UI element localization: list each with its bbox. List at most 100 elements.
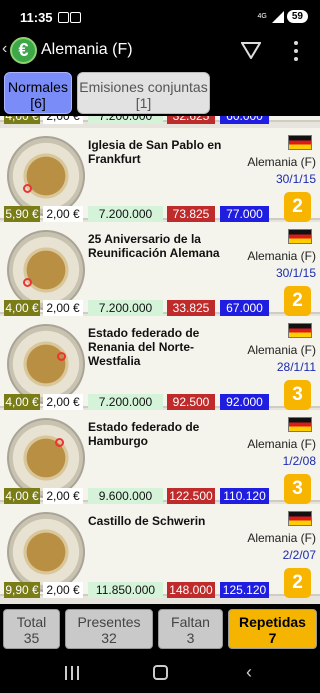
price-value: 9,90 € — [4, 582, 40, 598]
marker-icon — [23, 278, 32, 287]
face-value: 2,00 € — [43, 488, 83, 504]
list-item[interactable]: 25 Aniversario de la Reunificación Alema… — [0, 222, 320, 316]
germany-flag-icon — [288, 417, 312, 432]
summary-value: 35 — [23, 630, 40, 646]
tab-emisiones-conjuntas[interactable]: Emisiones conjuntas [1] — [77, 72, 210, 114]
list-item[interactable]: Iglesia de San Pablo en Frankfurt Aleman… — [0, 128, 320, 222]
coin-name: Iglesia de San Pablo en Frankfurt — [88, 138, 222, 166]
blue-value: 92.000 — [220, 394, 269, 410]
blue-value: 110.120 — [220, 488, 269, 504]
coin-date: 28/1/11 — [276, 360, 316, 374]
list-item[interactable]: 4,00 € 2,00 € 7.200.000 32.625 60.000 — [0, 116, 320, 124]
tab-label: Emisiones conjuntas — [79, 79, 208, 95]
red-value: 92.500 — [167, 394, 215, 410]
coin-list[interactable]: 4,00 € 2,00 € 7.200.000 32.625 60.000 Ig… — [0, 116, 320, 604]
face-value: 2,00 € — [43, 116, 83, 124]
marker-icon — [55, 438, 64, 447]
app-bar: ‹ € Alemania (F) — [0, 36, 320, 66]
signal-icon — [270, 10, 284, 23]
list-item[interactable]: Estado federado de Renania del Norte-Wes… — [0, 316, 320, 410]
tab-normales[interactable]: Normales [6] — [4, 72, 72, 114]
back-icon[interactable]: ‹ — [246, 662, 252, 683]
overflow-menu-icon[interactable] — [291, 41, 301, 61]
germany-flag-icon — [288, 229, 312, 244]
euro-logo-icon[interactable]: € — [10, 37, 37, 64]
summary-label: Repetidas — [239, 614, 306, 630]
faltan-button[interactable]: Faltan 3 — [158, 609, 223, 649]
germany-flag-icon — [288, 135, 312, 150]
repeated-count[interactable]: 2 — [284, 286, 311, 316]
mintage-value: 7.200.000 — [88, 206, 163, 222]
summary-value: 7 — [268, 630, 277, 646]
coin-image — [7, 418, 85, 498]
repeated-count[interactable]: 3 — [284, 380, 311, 410]
red-value: 33.825 — [167, 300, 215, 316]
summary-value: 32 — [101, 630, 117, 646]
mintage-value: 7.200.000 — [88, 300, 163, 316]
price-value: 4,00 € — [4, 116, 40, 124]
blue-value: 77.000 — [220, 206, 269, 222]
face-value: 2,00 € — [43, 300, 83, 316]
coin-date: 30/1/15 — [275, 266, 316, 280]
summary-label: Faltan — [171, 614, 210, 630]
tab-count: [1] — [135, 95, 152, 111]
mintage-value: 7.200.000 — [88, 116, 163, 124]
face-value: 2,00 € — [43, 582, 83, 598]
coin-date: 2/2/07 — [282, 548, 316, 562]
status-bar: 11:35 4G 59 — [0, 0, 320, 36]
back-chevron-icon[interactable]: ‹ — [2, 40, 7, 58]
page-title: Alemania (F) — [41, 41, 133, 58]
summary-bar: Total 35 Presentes 32 Faltan 3 Repetidas… — [0, 604, 320, 653]
coin-name: Estado federado de Hamburgo — [88, 420, 200, 448]
list-item[interactable]: Castillo de Schwerin Alemania (F) 2/2/07… — [0, 504, 320, 598]
network-label: 4G — [257, 13, 267, 20]
list-item[interactable]: Estado federado de Hamburgo Alemania (F)… — [0, 410, 320, 504]
germany-flag-icon — [288, 511, 312, 526]
coin-image — [7, 230, 85, 310]
coin-image — [7, 136, 85, 216]
tab-count: [6] — [30, 95, 46, 111]
filter-icon[interactable] — [241, 42, 261, 59]
coin-country: Alemania (F) — [247, 531, 316, 545]
coin-country: Alemania (F) — [247, 343, 316, 357]
marker-icon — [57, 352, 66, 361]
status-right: 4G 59 — [258, 10, 308, 23]
red-value: 32.625 — [167, 116, 215, 124]
red-value: 73.825 — [167, 206, 215, 222]
status-time: 11:35 — [20, 10, 53, 25]
blue-value: 125.120 — [220, 582, 269, 598]
coin-country: Alemania (F) — [247, 437, 316, 451]
tab-label: Normales — [8, 79, 68, 95]
total-button[interactable]: Total 35 — [3, 609, 60, 649]
tab-bar: Normales [6] Emisiones conjuntas [1] — [0, 66, 320, 116]
battery-badge: 59 — [286, 10, 308, 23]
coin-country: Alemania (F) — [247, 249, 316, 263]
blue-value: 67.000 — [220, 300, 269, 316]
summary-label: Presentes — [77, 614, 141, 630]
coin-image — [7, 512, 85, 592]
repetidas-button[interactable]: Repetidas 7 — [228, 609, 317, 649]
mintage-value: 7.200.000 — [88, 394, 163, 410]
germany-flag-icon — [288, 323, 312, 338]
face-value: 2,00 € — [43, 394, 83, 410]
coin-name: Estado federado de Renania del Norte-Wes… — [88, 326, 200, 368]
mintage-value: 11.850.000 — [88, 582, 163, 598]
coin-name: 25 Aniversario de la Reunificación Alema… — [88, 232, 220, 260]
repeated-count[interactable]: 2 — [284, 568, 311, 598]
repeated-count[interactable]: 2 — [284, 192, 311, 222]
screenshot-icon — [58, 12, 69, 23]
coin-date: 1/2/08 — [282, 454, 316, 468]
price-value: 4,00 € — [4, 488, 40, 504]
home-icon[interactable] — [153, 665, 168, 680]
price-value: 4,00 € — [4, 394, 40, 410]
presentes-button[interactable]: Presentes 32 — [65, 609, 153, 649]
repeated-count[interactable]: 3 — [284, 474, 311, 504]
recents-icon[interactable] — [65, 666, 79, 680]
summary-label: Total — [16, 614, 47, 630]
coin-country: Alemania (F) — [247, 155, 316, 169]
red-value: 122.500 — [167, 488, 215, 504]
face-value: 2,00 € — [43, 206, 83, 222]
red-value: 148.000 — [167, 582, 215, 598]
notification-icon — [70, 12, 81, 23]
coin-name: Castillo de Schwerin — [88, 514, 206, 528]
